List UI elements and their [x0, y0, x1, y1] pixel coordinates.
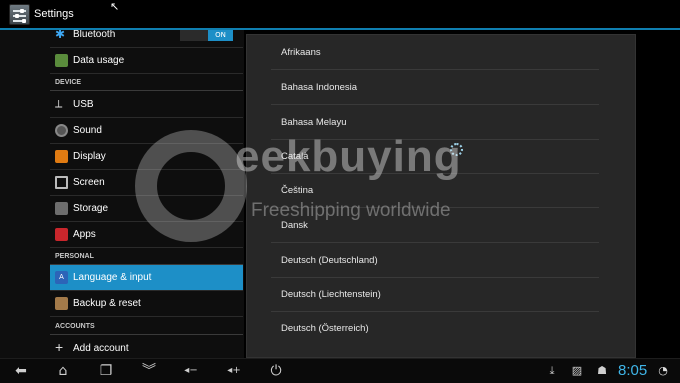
sidebar-item-apps[interactable]: Apps — [50, 222, 243, 248]
download-icon: ⤓ — [549, 364, 555, 377]
app-title: Settings — [34, 8, 74, 20]
language-item[interactable]: Bahasa Indonesia — [271, 70, 599, 105]
sidebar-item-sound[interactable]: Sound — [50, 118, 243, 144]
usb-icon: ⟂ — [55, 98, 63, 110]
language-list: Afrikaans Bahasa Indonesia Bahasa Melayu… — [246, 34, 636, 358]
data-usage-icon — [55, 54, 68, 67]
language-label: Afrikaans — [281, 47, 321, 58]
sidebar-item-label: USB — [73, 99, 94, 110]
sidebar-item-label: Language & input — [73, 272, 152, 283]
navigation-bar: ⬅ ⌂ ❐ ︾ ◂− ◂+ ⏻ ⤓ ▨ ☗ 8:05 ◔ — [0, 358, 680, 383]
language-label: Deutsch (Liechtenstein) — [281, 289, 381, 300]
language-label: Bahasa Indonesia — [281, 82, 358, 93]
power-icon[interactable]: ⏻ — [267, 363, 285, 379]
language-label: Čeština — [281, 185, 314, 196]
language-item[interactable]: Català — [271, 139, 599, 174]
section-header-device: DEVICE — [55, 79, 82, 86]
sidebar-item-label: Sound — [73, 125, 102, 136]
backup-icon — [55, 297, 68, 310]
language-item[interactable]: Deutsch (Deutschland) — [271, 243, 599, 278]
action-bar: Settings ↖ — [0, 0, 680, 30]
display-icon — [55, 150, 68, 163]
back-icon[interactable]: ⬅ — [12, 363, 30, 379]
language-item[interactable]: Bahasa Melayu — [271, 105, 599, 140]
language-item[interactable]: Deutsch (Liechtenstein) — [271, 277, 599, 312]
settings-list: ✱ Bluetooth ON Data usage DEVICE ⟂ USB S… — [0, 30, 244, 358]
settings-icon[interactable] — [9, 4, 30, 25]
android-debug-icon: ☗ — [597, 364, 607, 377]
sidebar-item-backup-reset[interactable]: Backup & reset — [50, 291, 243, 317]
sidebar-item-label: Screen — [73, 177, 105, 188]
language-item[interactable]: Afrikaans — [271, 35, 599, 70]
language-panel: Afrikaans Bahasa Indonesia Bahasa Melayu… — [244, 30, 680, 358]
language-icon: A — [55, 271, 68, 284]
volume-down-icon[interactable]: ◂− — [180, 363, 202, 379]
sidebar-item-add-account[interactable]: + Add account — [50, 336, 243, 358]
sidebar-item-label: Bluetooth — [73, 30, 116, 40]
plus-icon: + — [55, 339, 64, 355]
sidebar-item-label: Storage — [73, 203, 109, 214]
speaker-icon — [55, 124, 68, 137]
section-divider — [50, 90, 243, 91]
sidebar-item-usb[interactable]: ⟂ USB — [50, 92, 243, 118]
mouse-cursor-icon: ↖ — [110, 0, 120, 13]
clock: 8:05 — [618, 362, 648, 379]
section-divider — [50, 334, 243, 335]
recent-apps-icon[interactable]: ❐ — [97, 363, 115, 379]
volume-up-icon[interactable]: ◂+ — [223, 363, 245, 379]
sidebar-item-label: Apps — [73, 229, 96, 240]
section-header-personal: PERSONAL — [55, 253, 94, 260]
bluetooth-icon: ✱ — [55, 30, 66, 41]
sidebar-item-display[interactable]: Display — [50, 144, 243, 170]
bluetooth-toggle[interactable]: ON — [180, 30, 233, 41]
apps-icon — [55, 228, 68, 241]
sidebar-item-screen[interactable]: Screen — [50, 170, 243, 196]
wifi-icon: ◔ — [658, 364, 668, 377]
sidebar-item-label: Display — [73, 151, 106, 162]
language-label: Dansk — [281, 220, 308, 231]
language-item[interactable]: Deutsch (Österreich) — [271, 311, 599, 346]
language-item[interactable]: Dansk — [271, 208, 599, 243]
sidebar-item-label: Data usage — [73, 55, 125, 66]
section-header-accounts: ACCOUNTS — [55, 323, 95, 330]
sidebar-item-language-input[interactable]: A Language & input — [50, 265, 243, 291]
home-icon[interactable]: ⌂ — [54, 363, 72, 379]
language-item[interactable]: Čeština — [271, 173, 599, 208]
language-label: Deutsch (Österreich) — [281, 323, 369, 334]
language-label: Deutsch (Deutschland) — [281, 255, 378, 266]
storage-icon — [55, 202, 68, 215]
language-label: Català — [281, 151, 309, 162]
language-label: Bahasa Melayu — [281, 117, 347, 128]
sidebar-item-label: Add account — [73, 343, 129, 354]
sidebar-item-data-usage[interactable]: Data usage — [50, 48, 243, 74]
toggle-label: ON — [208, 30, 233, 41]
loading-spinner-icon — [450, 143, 463, 156]
sidebar-item-storage[interactable]: Storage — [50, 196, 243, 222]
monitor-icon — [55, 176, 68, 189]
sidebar-item-label: Backup & reset — [73, 298, 141, 309]
no-sim-icon: ▨ — [571, 364, 583, 377]
expand-icon[interactable]: ︾ — [140, 363, 158, 379]
